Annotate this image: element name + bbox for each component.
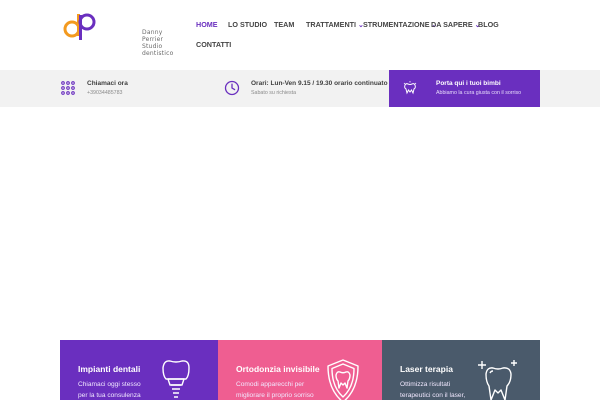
nav-contatti-label: CONTATTI	[196, 40, 232, 49]
logo-mark-icon	[63, 13, 96, 40]
info-call[interactable]: Chiamaci ora +39034485783	[60, 70, 210, 107]
call-title: Chiamaci ora	[87, 80, 128, 87]
card-laser-terapia[interactable]: Laser terapia Ottimizza risultati terape…	[382, 340, 540, 400]
nav-lo-studio[interactable]: LO STUDIO	[228, 20, 267, 29]
logo-subtitle: Studio dentistico	[142, 43, 174, 57]
sparkle-tooth-icon	[478, 360, 517, 400]
nav-team-label: TEAM	[274, 20, 295, 29]
nav-trattamenti-label: TRATTAMENTI	[306, 20, 357, 29]
card-title: Ortodonzia invisibile	[236, 364, 320, 374]
nav-blog-label: BLOG	[478, 20, 499, 29]
shield-tooth-icon	[327, 359, 359, 400]
hours-subtitle: Sabato su richiesta	[251, 90, 297, 96]
kids-title: Porta qui i tuoi bimbi	[436, 80, 501, 87]
card-text: Comodi apparecchi per migliorare il prop…	[236, 381, 314, 399]
nav-strumentazione-label: STRUMENTAZIONE	[363, 20, 430, 29]
nav-strumentazione[interactable]: STRUMENTAZIONE ⌄	[363, 20, 437, 29]
site-logo[interactable]: Danny Perrier Studio dentistico	[60, 10, 173, 57]
card-text: Chiamaci oggi stesso per la tua consulen…	[78, 381, 141, 399]
info-kids[interactable]: Porta qui i tuoi bimbi Abbiamo la cura g…	[389, 70, 540, 107]
card-impianti-dentali[interactable]: Impianti dentali Chiamaci oggi stesso pe…	[60, 340, 218, 400]
dial-pad-icon	[61, 81, 75, 95]
nav-home-label: HOME	[196, 20, 218, 29]
tooth-crown-icon	[403, 81, 417, 95]
nav-team[interactable]: TEAM	[274, 20, 294, 29]
site-header: Danny Perrier Studio dentistico HOME LO …	[0, 0, 600, 70]
logo-text: Danny Perrier Studio dentistico	[142, 29, 173, 57]
info-kids-inner: Porta qui i tuoi bimbi Abbiamo la cura g…	[389, 70, 540, 107]
clock-icon	[224, 80, 240, 96]
hours-title: Orari: Lun-Ven 9.15 / 19.30 orario conti…	[251, 80, 388, 87]
hero-area	[0, 107, 600, 340]
card-title: Impianti dentali	[78, 364, 141, 374]
card-text: Ottimizza risultati terapeutici con il l…	[400, 381, 466, 399]
nav-home[interactable]: HOME	[196, 20, 218, 29]
nav-contatti[interactable]: CONTATTI	[196, 40, 231, 49]
nav-da-sapere-label: DA SAPERE	[431, 20, 473, 29]
page: Danny Perrier Studio dentistico HOME LO …	[0, 0, 600, 400]
card-ortodonzia-invisibile[interactable]: Ortodonzia invisibile Comodi apparecchi …	[218, 340, 382, 400]
nav-blog[interactable]: BLOG	[478, 20, 499, 29]
nav-trattamenti[interactable]: TRATTAMENTI ⌄	[306, 20, 364, 29]
call-phone[interactable]: +39034485783	[87, 90, 123, 96]
logo-name: Danny Perrier	[142, 29, 164, 43]
dental-implant-icon	[162, 360, 190, 398]
nav-lo-studio-label: LO STUDIO	[228, 20, 268, 29]
nav-da-sapere[interactable]: DA SAPERE ⌄	[431, 20, 481, 29]
info-hours: Orari: Lun-Ven 9.15 / 19.30 orario conti…	[224, 70, 389, 107]
card-title: Laser terapia	[400, 364, 453, 374]
kids-subtitle: Abbiamo la cura giusta con il sorriso	[436, 90, 522, 96]
